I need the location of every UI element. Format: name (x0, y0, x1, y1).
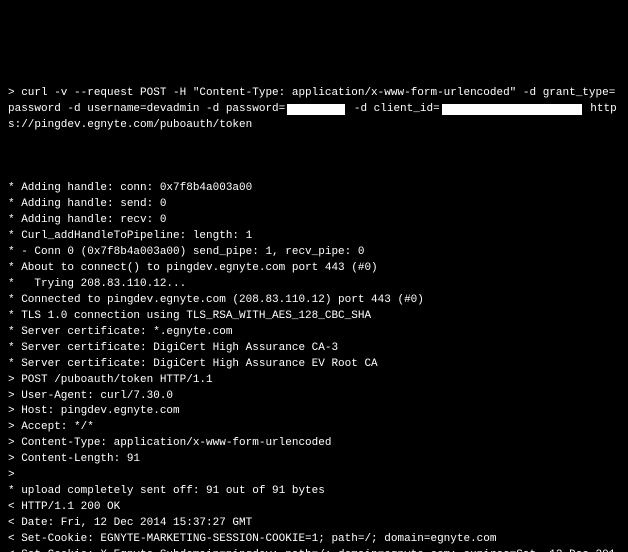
output-line: * Connected to pingdev.egnyte.com (208.8… (8, 293, 620, 309)
output-line: < HTTP/1.1 200 OK (8, 500, 620, 516)
output-line: * Server certificate: *.egnyte.com (8, 325, 620, 341)
output-line: * upload completely sent off: 91 out of … (8, 484, 620, 500)
terminal[interactable]: > curl -v --request POST -H "Content-Typ… (0, 0, 628, 552)
output-line: * Adding handle: send: 0 (8, 197, 620, 213)
output-line: > (8, 468, 620, 484)
command-line: > curl -v --request POST -H "Content-Typ… (8, 86, 620, 134)
output-line: * Server certificate: DigiCert High Assu… (8, 341, 620, 357)
prompt: > (8, 87, 21, 99)
output-line: * - Conn 0 (0x7f8b4a003a00) send_pipe: 1… (8, 245, 620, 261)
output-line: > User-Agent: curl/7.30.0 (8, 389, 620, 405)
output-line: > Content-Type: application/x-www-form-u… (8, 436, 620, 452)
output-line: < Set-Cookie: EGNYTE-MARKETING-SESSION-C… (8, 532, 620, 548)
output-line: < Date: Fri, 12 Dec 2014 15:37:27 GMT (8, 516, 620, 532)
output-line: < Set-Cookie: X-Egnyte-Subdomain=pingdev… (8, 548, 620, 552)
redacted-client-id (442, 104, 582, 115)
output-line: > Host: pingdev.egnyte.com (8, 404, 620, 420)
output-line: * Curl_addHandleToPipeline: length: 1 (8, 229, 620, 245)
output-line: * About to connect() to pingdev.egnyte.c… (8, 261, 620, 277)
output-line: > Accept: */* (8, 420, 620, 436)
cmd-part2: -d client_id= (347, 103, 439, 115)
redacted-password (287, 104, 345, 115)
output-line: * TLS 1.0 connection using TLS_RSA_WITH_… (8, 309, 620, 325)
output-line: * Trying 208.83.110.12... (8, 277, 620, 293)
output-line: > Content-Length: 91 (8, 452, 620, 468)
output-line: > POST /puboauth/token HTTP/1.1 (8, 373, 620, 389)
output-line: * Adding handle: recv: 0 (8, 213, 620, 229)
empty-line (8, 38, 620, 54)
output-line: * Adding handle: conn: 0x7f8b4a003a00 (8, 181, 620, 197)
output-line: * Server certificate: DigiCert High Assu… (8, 357, 620, 373)
